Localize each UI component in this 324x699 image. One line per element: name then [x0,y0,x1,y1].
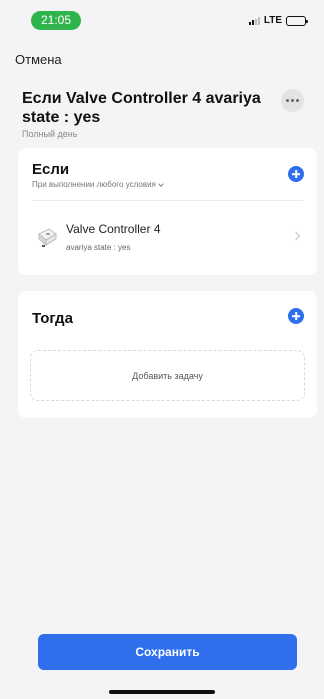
condition-mode-dropdown[interactable]: При выполнении любого условия [32,180,164,189]
status-bar: 21:05 LTE [0,0,324,40]
add-action-button[interactable] [288,308,304,324]
more-horizontal-icon [286,99,289,102]
add-task-label: Добавить задачу [132,370,203,381]
condition-item[interactable]: Valve Controller 4 avariya state : yes [18,201,317,275]
network-type: LTE [263,15,282,26]
status-indicators: LTE [248,15,308,26]
if-conditions-card: Если При выполнении любого условия Valve… [18,148,317,275]
then-heading: Тогда [32,310,73,327]
add-condition-button[interactable] [288,166,304,182]
more-options-button[interactable] [281,89,304,112]
save-button[interactable]: Сохранить [38,634,297,670]
schedule-label[interactable]: Полный день [22,129,77,139]
home-indicator [109,690,215,694]
cancel-button[interactable]: Отмена [15,52,62,67]
condition-device-name: Valve Controller 4 [66,222,161,236]
status-time: 21:05 [31,11,81,30]
chevron-right-icon [291,231,301,241]
then-actions-card: Тогда Добавить задачу [18,291,317,418]
scene-title: Если Valve Controller 4 avariya state : … [22,90,261,126]
valve-controller-device-icon [38,228,57,247]
battery-icon [286,15,308,26]
condition-detail: avariya state : yes [66,243,131,252]
chevron-down-icon [158,180,164,187]
cellular-signal-icon [248,16,260,25]
add-task-button[interactable]: Добавить задачу [30,350,305,401]
condition-mode-label: При выполнении любого условия [32,180,156,189]
if-heading: Если [32,161,70,178]
